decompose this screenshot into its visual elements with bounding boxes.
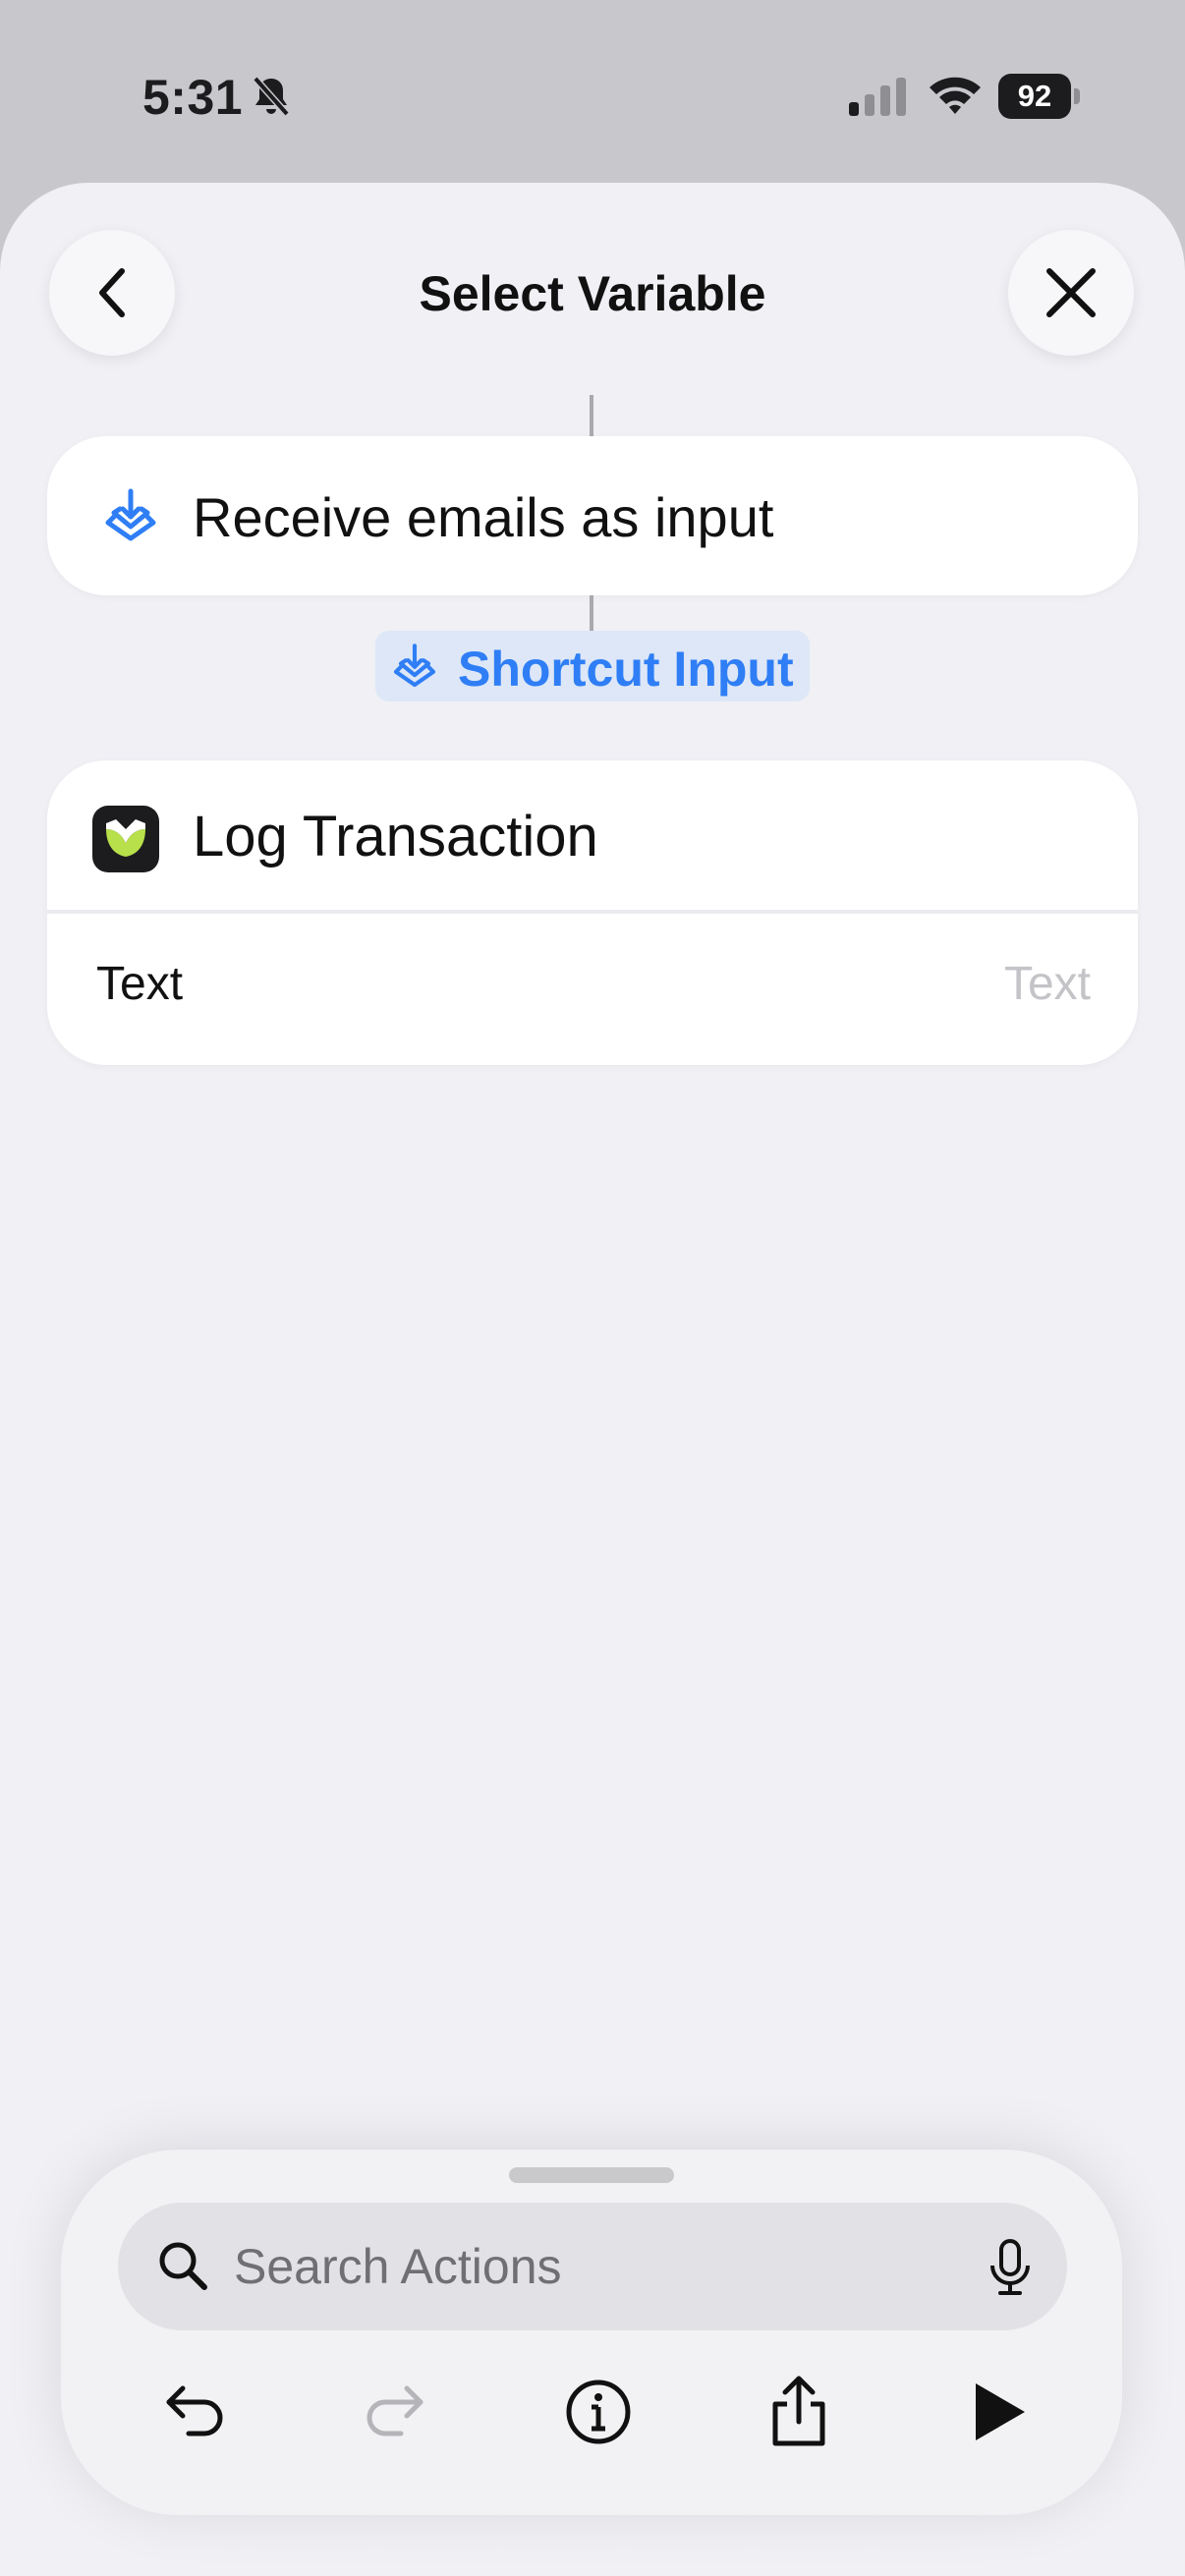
info-button[interactable]	[554, 2368, 643, 2456]
shortcut-input-icon	[393, 644, 436, 688]
cellular-signal-icon	[849, 78, 906, 116]
undo-button[interactable]	[149, 2368, 238, 2456]
redo-button[interactable]	[352, 2368, 440, 2456]
battery-indicator: 92	[998, 74, 1081, 119]
microphone-icon[interactable]	[983, 2238, 1038, 2297]
divider	[47, 910, 1138, 914]
text-param-label: Text	[96, 958, 184, 1010]
battery-cap	[1074, 88, 1080, 104]
status-time: 5:31	[142, 70, 244, 125]
bottom-toolbar	[61, 2150, 1122, 2515]
wifi-icon	[930, 77, 981, 114]
share-button[interactable]	[755, 2368, 843, 2456]
variable-label: Shortcut Input	[458, 642, 794, 697]
bell-slash-icon	[253, 76, 290, 117]
flow-connector	[590, 395, 593, 436]
search-icon	[159, 2242, 207, 2290]
close-icon	[1046, 268, 1096, 317]
trigger-label: Receive emails as input	[193, 486, 774, 548]
log-transaction-card: Log Transaction Text Text	[47, 760, 1138, 1065]
text-param-field[interactable]: Text	[1004, 957, 1091, 1011]
leaf-logo-icon	[106, 819, 145, 857]
status-bar: 5:31 92	[0, 0, 1185, 187]
undo-icon	[166, 2385, 223, 2436]
battery-level: 92	[998, 74, 1071, 119]
shortcut-input-variable[interactable]: Shortcut Input	[375, 631, 810, 701]
run-button[interactable]	[955, 2368, 1044, 2456]
flow-connector	[590, 595, 593, 631]
shortcut-input-icon	[105, 488, 156, 541]
search-bar[interactable]	[118, 2203, 1067, 2330]
app-icon	[92, 806, 159, 872]
search-input[interactable]	[234, 2224, 922, 2309]
close-button[interactable]	[1008, 230, 1134, 356]
redo-icon	[367, 2385, 423, 2436]
share-icon	[772, 2376, 825, 2446]
trigger-card[interactable]: Receive emails as input	[47, 436, 1138, 595]
action-title: Log Transaction	[193, 805, 598, 868]
play-icon	[976, 2383, 1025, 2440]
info-icon	[566, 2380, 631, 2444]
drag-handle[interactable]	[509, 2167, 674, 2183]
